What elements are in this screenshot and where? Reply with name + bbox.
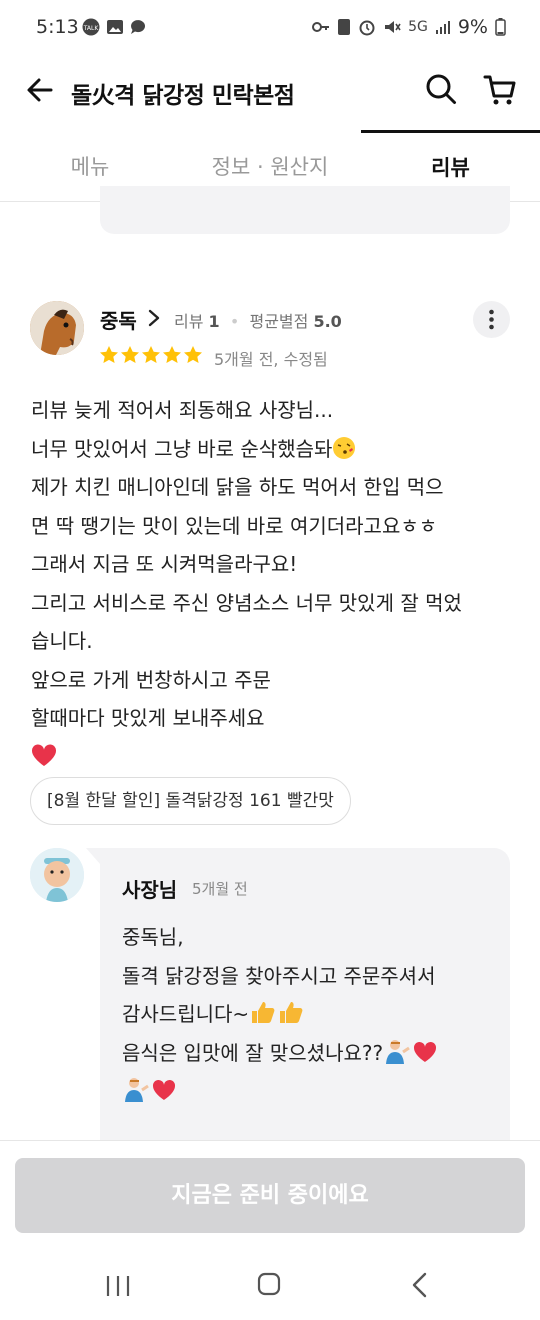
more-options-button[interactable]: [473, 301, 510, 338]
previous-reply-bubble: [100, 186, 510, 234]
review-text: 리뷰 늦게 적어서 죄동해요 사쟝님... 너무 맛있어서 그냥 바로 순삭했슴…: [31, 391, 521, 776]
review-line: 앞으로 가게 번창하시고 주문: [31, 667, 271, 692]
rating-stars: [99, 345, 203, 365]
review-line: 리뷰 늦게 적어서 죄동해요 사쟝님...: [31, 398, 334, 422]
status-time: 5:13: [36, 16, 79, 38]
review-line: 습니다.: [31, 629, 93, 653]
reviewer-avatar[interactable]: [30, 301, 84, 355]
star-icon: [163, 346, 181, 363]
home-icon[interactable]: [257, 1272, 281, 1296]
horse-avatar-icon: [30, 301, 84, 355]
review-line-with-emoji: 너무 맛있어서 그냥 바로 순삭했슴돠: [31, 430, 521, 469]
order-button-disabled[interactable]: 지금은 준비 중이에요: [15, 1158, 525, 1233]
reply-line: 중독님,: [122, 925, 184, 949]
owner-reply-text: 중독님, 돌격 닭강정을 찾아주시고 주문주셔서 감사드립니다~ 음식은 입맛에…: [122, 918, 439, 1111]
avg-rating: 5.0: [313, 312, 342, 331]
review-line: 면 딱 땡기는 맛이 있는데 바로 여기더라고요ㅎㅎ: [31, 513, 438, 538]
avg-rating-label: 평균별점: [249, 312, 309, 331]
reply-line: 감사드립니다~: [122, 1002, 250, 1026]
review-line: 너무 맛있어서 그냥 바로 순삭했슴돠: [31, 436, 333, 461]
reply-line: 음식은 입맛에 잘 맞으셨나요??: [122, 1040, 384, 1065]
alarm-icon: [359, 20, 375, 36]
review-line: 그래서 지금 또 시켜먹을라구요!: [31, 552, 298, 576]
star-icon: [184, 346, 202, 363]
status-right-group: 5G 9%: [312, 16, 506, 38]
heart-line: [31, 738, 521, 777]
svg-text:TALK: TALK: [83, 25, 100, 32]
owner-reply-date: 5개월 전: [192, 880, 248, 898]
network-type: 5G: [408, 19, 428, 35]
gallery-notification-icon: [107, 20, 123, 34]
owner-avatar: [30, 848, 84, 902]
reply-emoji-line: [122, 1072, 439, 1111]
kissing-face-icon: [333, 436, 356, 459]
mute-icon: [385, 21, 401, 33]
status-bar: 5:13 TALK 5G 9%: [0, 0, 540, 58]
app-header: 돌火격 닭강정 민락본점: [0, 58, 540, 130]
arrow-left-icon[interactable]: [24, 74, 56, 106]
key-icon: [312, 22, 330, 32]
talk-notification-icon: TALK: [82, 18, 100, 36]
star-icon: [121, 346, 139, 363]
review-line: 제가 치킨 매니아인데 닭을 하도 먹어서 한입 먹으: [31, 475, 444, 499]
back-nav-icon[interactable]: [410, 1272, 430, 1298]
owner-character-icon: [30, 848, 84, 902]
cart-icon[interactable]: [482, 72, 518, 108]
reviewer-meta: 리뷰 1 • 평균별점 5.0: [174, 312, 342, 331]
app-notification-icon: [338, 19, 351, 35]
system-nav-bar: [0, 1252, 540, 1320]
review-line: 그리고 서비스로 주신 양념소스 너무 맛있게 잘 먹었: [31, 590, 462, 615]
battery-percent: 9%: [457, 16, 488, 38]
store-title: 돌火격 닭강정 민락본점: [71, 83, 295, 109]
reply-line-with-emoji: 음식은 입맛에 잘 맞으셨나요??: [122, 1034, 439, 1073]
owner-name: 사장님: [122, 878, 178, 902]
chevron-right-icon[interactable]: [147, 309, 161, 327]
search-icon[interactable]: [424, 72, 458, 106]
heart-icon: [31, 743, 57, 766]
review-count: 1: [208, 312, 220, 331]
reply-line: 돌격 닭강정을 찾아주시고 주문주셔서: [122, 963, 436, 988]
reviewer-name[interactable]: 중독: [100, 305, 137, 334]
review-line: 할때마다 맛있게 보내주세요: [31, 706, 265, 730]
owner-reply-bubble: 사장님 5개월 전 중독님, 돌격 닭강정을 찾아주시고 주문주셔서 감사드립니…: [86, 848, 510, 1148]
review-count-label: 리뷰: [174, 312, 204, 331]
star-icon: [142, 346, 160, 363]
battery-icon: [495, 18, 506, 36]
thumbs-up-icon: [252, 1002, 303, 1023]
reply-line-with-emoji: 감사드립니다~: [122, 995, 439, 1034]
recent-apps-icon[interactable]: [105, 1274, 131, 1298]
chat-notification-icon: [130, 20, 145, 34]
star-icon: [100, 346, 118, 363]
person-and-heart-icon: [125, 1078, 176, 1102]
review-date: 5개월 전, 수정됨: [214, 350, 328, 369]
person-and-heart-icon: [386, 1039, 437, 1064]
ordered-menu-chip[interactable]: [8월 한달 할인] 돌격닭강정 161 빨간맛: [30, 777, 351, 825]
more-vertical-icon: [489, 309, 494, 330]
signal-icon: [435, 21, 450, 34]
